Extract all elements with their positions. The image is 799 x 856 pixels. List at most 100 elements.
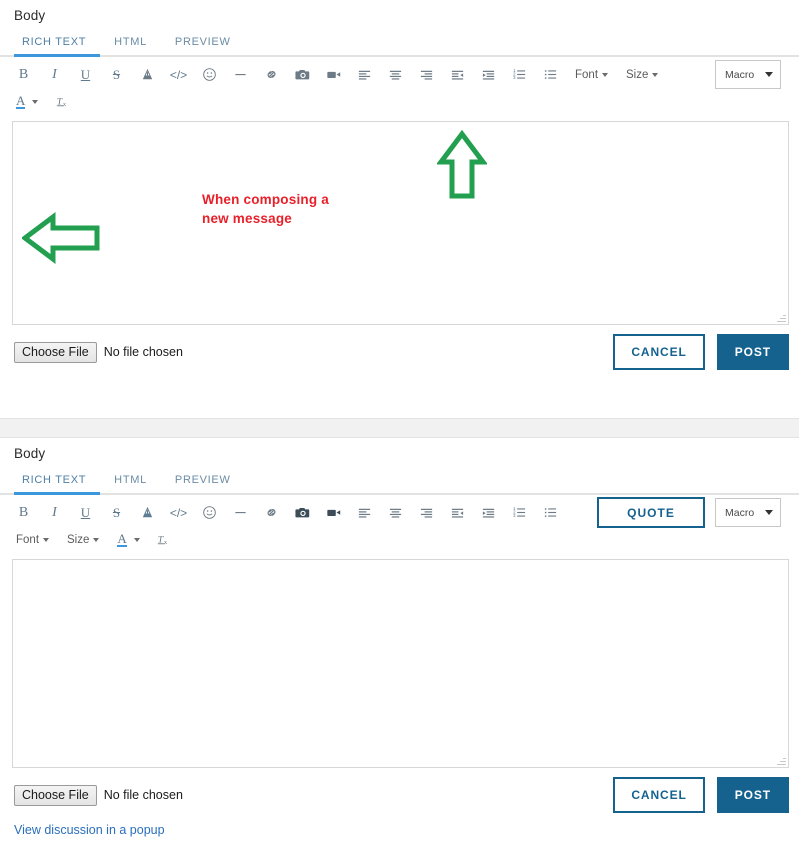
svg-text:3: 3 [513, 513, 516, 518]
macro-dropdown[interactable]: Macro [715, 60, 781, 89]
tab-html[interactable]: HTML [100, 36, 161, 55]
font-dropdown-label: Font [575, 68, 599, 81]
text-color-icon[interactable] [132, 501, 163, 525]
link-icon[interactable] [256, 63, 287, 87]
bulleted-list-icon[interactable] [535, 501, 566, 525]
link-icon[interactable] [256, 501, 287, 525]
italic-icon[interactable]: I [39, 501, 70, 525]
align-right-icon[interactable] [411, 63, 442, 87]
emoji-icon[interactable] [194, 501, 225, 525]
align-center-icon[interactable] [380, 63, 411, 87]
numbered-list-icon[interactable]: 123 [504, 501, 535, 525]
tab-html[interactable]: HTML [100, 474, 161, 493]
reply-editor-content[interactable] [13, 560, 788, 767]
bold-icon[interactable]: B [8, 501, 39, 525]
indent-icon[interactable] [473, 501, 504, 525]
page-root: Body RICH TEXT HTML PREVIEW B I U S </> [0, 0, 799, 856]
bulleted-list-icon[interactable] [535, 63, 566, 87]
align-center-icon[interactable] [380, 501, 411, 525]
clear-formatting-icon[interactable]: Tx [149, 528, 180, 552]
reply-file-input[interactable]: Choose File No file chosen [14, 784, 183, 806]
reply-panel: Body RICH TEXT HTML PREVIEW B I U S </> [0, 438, 799, 856]
size-dropdown-label: Size [67, 533, 90, 546]
svg-text:x: x [164, 539, 168, 546]
reply-body-label: Body [14, 446, 46, 461]
svg-text:3: 3 [513, 75, 516, 80]
horizontal-rule-icon[interactable] [225, 63, 256, 87]
reply-editor-area[interactable] [12, 559, 789, 768]
highlight-color-icon[interactable]: A [8, 90, 47, 114]
align-left-icon[interactable] [349, 63, 380, 87]
underline-icon[interactable]: U [70, 63, 101, 87]
reply-toolbar-row-1: B I U S </> 1 2 3 QUOTE Macro [8, 497, 791, 528]
highlight-color-glyph: A [117, 531, 127, 547]
tab-rich-text[interactable]: RICH TEXT [14, 474, 101, 495]
bold-icon[interactable]: B [8, 63, 39, 87]
chevron-down-icon [93, 537, 100, 542]
chevron-down-icon [652, 72, 659, 77]
size-dropdown[interactable]: Size [617, 63, 667, 87]
strikethrough-icon[interactable]: S [101, 63, 132, 87]
strikethrough-icon[interactable]: S [101, 501, 132, 525]
insert-image-icon[interactable] [287, 63, 318, 87]
choose-file-button[interactable]: Choose File [14, 341, 97, 363]
align-left-icon[interactable] [349, 501, 380, 525]
chevron-down-icon [765, 72, 773, 77]
chevron-down-icon [765, 510, 773, 515]
font-dropdown[interactable]: Font [8, 528, 58, 552]
choose-file-button[interactable]: Choose File [14, 784, 97, 806]
align-right-icon[interactable] [411, 501, 442, 525]
outdent-icon[interactable] [442, 501, 473, 525]
size-dropdown-label: Size [626, 68, 649, 81]
reply-toolbar-row-2: Font Size A Tx [8, 526, 791, 553]
chevron-down-icon [43, 537, 50, 542]
italic-icon[interactable]: I [39, 63, 70, 87]
text-color-icon[interactable] [132, 63, 163, 87]
chevron-down-icon [133, 537, 140, 542]
compose-file-input[interactable]: Choose File No file chosen [14, 341, 183, 363]
insert-video-icon[interactable] [318, 63, 349, 87]
macro-dropdown-label: Macro [725, 506, 755, 519]
chevron-down-icon [602, 72, 609, 77]
reply-footer: Choose File No file chosen CANCEL POST [0, 768, 799, 821]
emoji-icon[interactable] [194, 63, 225, 87]
no-file-chosen-label: No file chosen [103, 345, 183, 359]
font-dropdown[interactable]: Font [566, 63, 617, 87]
macro-dropdown[interactable]: Macro [715, 498, 781, 527]
outdent-icon[interactable] [442, 63, 473, 87]
compose-editor-content[interactable] [13, 122, 788, 324]
highlight-color-glyph: A [16, 93, 26, 109]
compose-body-label: Body [14, 8, 46, 23]
chevron-down-icon [32, 99, 39, 104]
macro-dropdown-label: Macro [725, 68, 755, 81]
indent-icon[interactable] [473, 63, 504, 87]
cancel-button[interactable]: CANCEL [613, 334, 705, 370]
underline-icon[interactable]: U [70, 501, 101, 525]
compose-editor-area[interactable] [12, 121, 789, 325]
post-button[interactable]: POST [716, 777, 789, 813]
resize-grip[interactable] [776, 313, 786, 323]
compose-footer: Choose File No file chosen CANCEL POST [0, 325, 799, 378]
tab-preview[interactable]: PREVIEW [161, 474, 245, 493]
insert-image-icon[interactable] [287, 501, 318, 525]
code-icon[interactable]: </> [163, 501, 194, 525]
highlight-color-icon[interactable]: A [108, 528, 148, 552]
clear-formatting-icon[interactable]: Tx [47, 90, 78, 114]
insert-video-icon[interactable] [318, 501, 349, 525]
post-button[interactable]: POST [716, 334, 789, 370]
compose-toolbar-row-2: A Tx [8, 88, 791, 115]
panel-divider [0, 418, 799, 438]
tab-preview[interactable]: PREVIEW [161, 36, 245, 55]
quote-button[interactable]: QUOTE [597, 497, 705, 528]
resize-grip[interactable] [776, 756, 786, 766]
reply-toolbar: B I U S </> 1 2 3 QUOTE Macro Font Size … [0, 495, 799, 555]
code-icon[interactable]: </> [163, 63, 194, 87]
size-dropdown[interactable]: Size [58, 528, 108, 552]
horizontal-rule-icon[interactable] [225, 501, 256, 525]
numbered-list-icon[interactable]: 123 [504, 63, 535, 87]
reply-tabs: RICH TEXT HTML PREVIEW [0, 465, 799, 495]
view-discussion-popup-link[interactable]: View discussion in a popup [0, 823, 799, 837]
tab-rich-text[interactable]: RICH TEXT [14, 36, 101, 57]
cancel-button[interactable]: CANCEL [613, 777, 705, 813]
compose-toolbar: B I U S </> 1 2 3 Font Size Macro A T x [0, 57, 799, 117]
